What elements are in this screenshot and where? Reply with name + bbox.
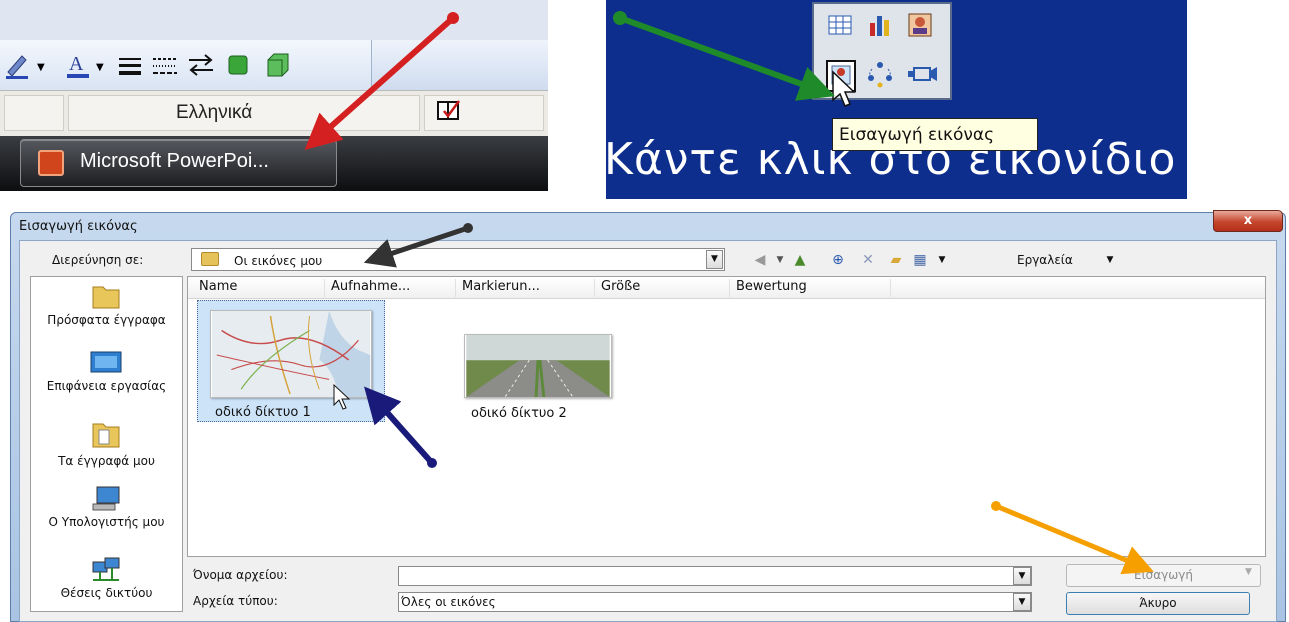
dialog-title: Εισαγωγή εικόνας (19, 219, 138, 234)
screenshot-collage: ▼ A ▼ Ελληνικά Microsoft PowerPoi... Κάν… (0, 0, 1289, 622)
powerpoint-icon (38, 150, 64, 176)
look-in-value: Οι εικόνες μου (234, 254, 323, 268)
diagram-icon[interactable] (866, 60, 894, 88)
svg-text:A: A (69, 53, 84, 75)
new-folder-icon[interactable]: ▰ (886, 251, 906, 269)
dash-style-icon[interactable] (150, 50, 180, 80)
language-indicator: Ελληνικά (176, 102, 253, 123)
place-label[interactable]: Πρόσφατα έγγραφα (30, 314, 183, 327)
delete-icon[interactable]: ✕ (858, 251, 878, 269)
search-web-icon[interactable]: ⊕ (828, 251, 848, 269)
status-cell (4, 95, 64, 131)
line-style-icon[interactable] (116, 50, 144, 80)
chevron-down-icon[interactable]: ▼ (96, 62, 104, 73)
chevron-down-icon[interactable]: ▼ (1013, 593, 1031, 611)
insert-button[interactable]: Εισαγωγή (1066, 564, 1261, 587)
network-places-icon[interactable] (89, 556, 123, 586)
column-name[interactable]: Name (193, 279, 237, 297)
media-clip-icon[interactable] (906, 60, 940, 88)
place-label[interactable]: Ο Υπολογιστής μου (30, 516, 183, 529)
column-date-taken[interactable]: Aufnahme... (324, 279, 410, 297)
back-icon[interactable]: ◀ (750, 251, 770, 269)
filetype-value: Όλες οι εικόνες (401, 595, 496, 609)
cancel-button[interactable]: Άκυρο (1066, 592, 1250, 615)
spelling-check-icon[interactable] (436, 99, 462, 123)
chevron-down-icon[interactable]: ▼ (706, 250, 723, 269)
table-icon[interactable] (826, 11, 854, 39)
chevron-down-icon[interactable]: ▼ (1100, 251, 1120, 269)
column-size[interactable]: Größe (594, 279, 640, 297)
file-name[interactable]: οδικό δίκτυο 2 (471, 406, 567, 421)
chevron-down-icon[interactable]: ▼ (770, 251, 790, 269)
chevron-down-icon[interactable]: ▼ (1013, 567, 1031, 585)
3d-icon[interactable] (262, 50, 292, 80)
highway-photo-thumbnail[interactable] (464, 334, 612, 398)
close-button[interactable]: x (1213, 210, 1283, 232)
mouse-cursor-icon (333, 383, 351, 410)
shadow-icon[interactable] (224, 50, 252, 80)
folder-icon (201, 252, 219, 266)
tooltip: Εισαγωγή εικόνας (832, 118, 1038, 151)
column-rating[interactable]: Bewertung (729, 279, 807, 297)
arrow-style-icon[interactable] (186, 50, 216, 80)
filename-label: Όνομα αρχείου: (193, 568, 288, 582)
look-in-label: Διερεύνηση σε: (52, 253, 144, 267)
desktop-icon[interactable] (89, 348, 123, 378)
place-label[interactable]: Τα έγγραφά μου (30, 455, 183, 468)
filename-input[interactable] (398, 566, 1032, 586)
my-computer-icon[interactable] (89, 484, 123, 514)
place-label[interactable]: Επιφάνεια εργασίας (30, 380, 183, 393)
file-name[interactable]: οδικό δίκτυο 1 (215, 405, 311, 420)
place-label[interactable]: Θέσεις δικτύου (30, 587, 183, 600)
chevron-down-icon[interactable]: ▼ (932, 251, 952, 269)
font-color-icon[interactable]: A (64, 50, 92, 80)
filetype-label: Αρχεία τύπου: (193, 594, 278, 608)
up-folder-icon[interactable]: ▲ (790, 251, 810, 269)
pen-color-icon[interactable] (4, 50, 32, 80)
column-tags[interactable]: Markierun... (455, 279, 540, 297)
org-chart-icon[interactable] (906, 11, 934, 39)
my-documents-icon[interactable] (89, 420, 123, 450)
chevron-down-icon[interactable]: ▼ (37, 62, 45, 73)
chevron-down-icon[interactable]: ▼ (1245, 567, 1252, 577)
taskbar-button-label: Microsoft PowerPoi... (80, 150, 269, 172)
views-icon[interactable]: ▦ (910, 251, 930, 269)
chart-icon[interactable] (866, 11, 894, 39)
mouse-cursor-icon (832, 70, 856, 107)
recent-documents-icon[interactable] (89, 281, 123, 311)
tools-menu[interactable]: Εργαλεία (1017, 253, 1073, 267)
column-divider (890, 279, 897, 297)
